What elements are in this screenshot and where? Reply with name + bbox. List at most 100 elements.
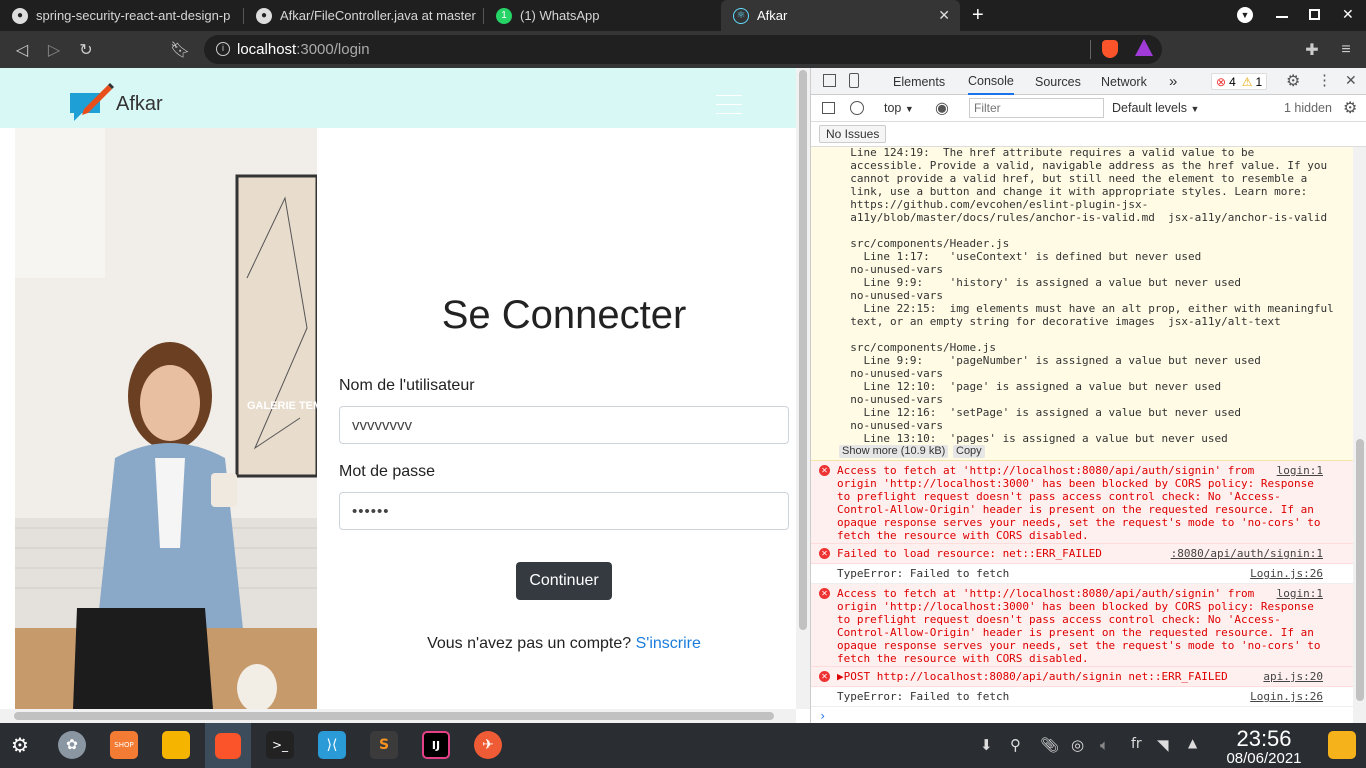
tab-console[interactable]: Console bbox=[968, 68, 1014, 95]
more-options-icon[interactable]: ⋮ bbox=[1317, 71, 1332, 89]
scrollbar-thumb[interactable] bbox=[14, 712, 774, 720]
username-input[interactable]: vvvvvvvv bbox=[339, 406, 789, 444]
poster-text: GALERIE TEMPO bbox=[247, 400, 317, 412]
kde-launcher-icon[interactable]: ⚙ bbox=[6, 731, 34, 759]
browser-tab-strip: ● spring-security-react-ant-design-p ● A… bbox=[0, 0, 1366, 31]
more-tabs-button[interactable]: » bbox=[1169, 68, 1177, 95]
whatsapp-icon: 1 bbox=[496, 7, 512, 24]
file-manager-icon[interactable] bbox=[162, 731, 190, 759]
clipboard-icon[interactable]: 📎︎ bbox=[1040, 736, 1059, 754]
new-tab-button[interactable]: + bbox=[972, 4, 984, 27]
context-value: top bbox=[884, 101, 902, 115]
close-tab-icon[interactable]: ✕ bbox=[938, 7, 950, 24]
settings-gear-icon[interactable]: ⚙ bbox=[1286, 71, 1300, 91]
tab-title: Afkar bbox=[757, 8, 788, 23]
minimize-icon[interactable] bbox=[1276, 16, 1288, 18]
bookmark-icon[interactable]: 🔖︎ bbox=[170, 40, 190, 60]
show-desktop-icon[interactable] bbox=[1328, 731, 1356, 759]
source-link[interactable]: Login.js:26 bbox=[1250, 567, 1323, 580]
signup-prompt: Vous n'avez pas un compte? S'inscrire bbox=[339, 635, 789, 653]
close-window-icon[interactable]: ✕ bbox=[1342, 6, 1354, 23]
woman-with-laptop-image: GALERIE TEMPO bbox=[15, 128, 317, 709]
url-path: :3000/login bbox=[296, 41, 370, 58]
sidebar-toggle-icon[interactable] bbox=[822, 102, 835, 114]
console-typeerror-1: TypeError: Failed to fetch Login.js:26 bbox=[811, 564, 1353, 584]
brand[interactable]: Afkar bbox=[68, 81, 163, 127]
browser-tab-afkar[interactable]: ⚛ Afkar ✕ bbox=[721, 0, 960, 31]
maximize-icon[interactable] bbox=[1309, 9, 1320, 20]
address-bar[interactable]: i localhost:3000/login bbox=[204, 35, 1162, 64]
store-icon[interactable]: SHOP bbox=[110, 731, 138, 759]
continue-button[interactable]: Continuer bbox=[516, 562, 612, 600]
scrollbar-thumb[interactable] bbox=[1356, 439, 1364, 701]
brave-icon bbox=[215, 732, 241, 759]
console-error-post[interactable]: ✕ ▶POST http://localhost:8080/api/auth/s… bbox=[811, 667, 1353, 687]
console-typeerror-2: TypeError: Failed to fetch Login.js:26 bbox=[811, 687, 1353, 707]
back-icon[interactable]: ◁ bbox=[12, 40, 32, 60]
terminal-icon[interactable]: >_ bbox=[266, 731, 294, 759]
clear-console-icon[interactable] bbox=[850, 101, 864, 115]
context-select[interactable]: top ▼ bbox=[884, 101, 914, 115]
menu-icon[interactable]: ≡ bbox=[1336, 40, 1356, 60]
navbar-toggler-icon[interactable] bbox=[716, 95, 742, 115]
system-settings-icon[interactable]: ✿ bbox=[58, 731, 86, 759]
clock[interactable]: 23:56 08/06/2021 bbox=[1216, 727, 1312, 767]
brave-shields-icon[interactable] bbox=[1102, 40, 1118, 58]
login-title: Se Connecter bbox=[441, 293, 687, 337]
postman-icon[interactable]: ✈ bbox=[474, 731, 502, 759]
github-icon: ● bbox=[12, 7, 28, 24]
download-icon[interactable]: ⬇ bbox=[980, 736, 993, 754]
page-horizontal-scrollbar[interactable] bbox=[0, 709, 796, 723]
tab-elements[interactable]: Elements bbox=[893, 68, 945, 95]
web-page: Afkar GALERIE TEMPO Se Connecter Nom bbox=[0, 68, 796, 709]
brave-rewards-icon[interactable] bbox=[1135, 39, 1153, 56]
clock-time: 23:56 bbox=[1236, 726, 1292, 751]
password-input[interactable]: •••••• bbox=[339, 492, 789, 530]
tab-search-icon[interactable]: ▼ bbox=[1237, 7, 1253, 23]
issues-counter[interactable]: ⊗ 4 ⚠ 1 bbox=[1211, 73, 1268, 90]
copy-button[interactable]: Copy bbox=[953, 445, 985, 458]
forward-icon[interactable]: ▷ bbox=[44, 40, 64, 60]
tray-expand-icon[interactable]: ▲ bbox=[1188, 736, 1197, 750]
extensions-icon[interactable]: ✚ bbox=[1302, 40, 1322, 60]
site-info-icon[interactable]: i bbox=[216, 42, 230, 56]
tab-sources[interactable]: Sources bbox=[1035, 68, 1081, 95]
console-prompt[interactable]: › bbox=[819, 709, 826, 723]
scrollbar-thumb[interactable] bbox=[799, 70, 807, 630]
volume-icon[interactable]: 🔈︎ bbox=[1100, 736, 1109, 754]
brave-taskbar-item[interactable] bbox=[205, 723, 251, 768]
device-toolbar-icon[interactable] bbox=[849, 73, 859, 88]
console-filter-input[interactable] bbox=[969, 98, 1104, 118]
source-link[interactable]: login:1 bbox=[1277, 464, 1323, 477]
vpn-icon[interactable]: ◎ bbox=[1071, 736, 1084, 754]
wifi-icon[interactable]: ◥ bbox=[1157, 736, 1169, 754]
page-vertical-scrollbar[interactable] bbox=[796, 68, 810, 709]
browser-tab-whatsapp[interactable]: 1 (1) WhatsApp bbox=[484, 0, 720, 31]
browser-tab-spring-security[interactable]: ● spring-security-react-ant-design-p bbox=[0, 0, 242, 31]
inspect-element-icon[interactable] bbox=[823, 74, 836, 87]
vscode-icon[interactable]: ⟩⟨ bbox=[318, 731, 346, 759]
reload-icon[interactable]: ↻ bbox=[76, 40, 96, 60]
log-levels-value: Default levels bbox=[1112, 101, 1188, 115]
live-expression-eye-icon[interactable]: ◉ bbox=[935, 98, 949, 118]
source-link[interactable]: login:1 bbox=[1277, 587, 1323, 600]
browser-tab-filecontroller[interactable]: ● Afkar/FileController.java at master bbox=[244, 0, 482, 31]
sublime-icon[interactable]: S bbox=[370, 731, 398, 759]
log-text: TypeError: Failed to fetch bbox=[837, 567, 1010, 580]
warning-count: 1 bbox=[1255, 74, 1263, 89]
close-devtools-icon[interactable]: ✕ bbox=[1345, 72, 1357, 89]
console-scrollbar[interactable] bbox=[1353, 147, 1366, 723]
source-link[interactable]: :8080/api/auth/signin:1 bbox=[1171, 547, 1323, 560]
kde-connect-icon[interactable]: ⚲ bbox=[1010, 736, 1021, 754]
tab-network[interactable]: Network bbox=[1101, 68, 1147, 95]
signup-link[interactable]: S'inscrire bbox=[636, 635, 701, 652]
source-link[interactable]: api.js:20 bbox=[1263, 670, 1323, 683]
console-settings-icon[interactable]: ⚙ bbox=[1343, 98, 1357, 118]
intellij-icon[interactable]: IJ bbox=[422, 731, 450, 759]
no-issues-button[interactable]: No Issues bbox=[819, 125, 887, 143]
warning-text: Line 124:19: The href attribute requires… bbox=[850, 147, 1334, 445]
source-link[interactable]: Login.js:26 bbox=[1250, 690, 1323, 703]
keyboard-layout[interactable]: fr bbox=[1131, 736, 1142, 752]
log-levels-select[interactable]: Default levels ▼ bbox=[1112, 101, 1199, 115]
show-more-button[interactable]: Show more (10.9 kB) bbox=[839, 445, 949, 458]
